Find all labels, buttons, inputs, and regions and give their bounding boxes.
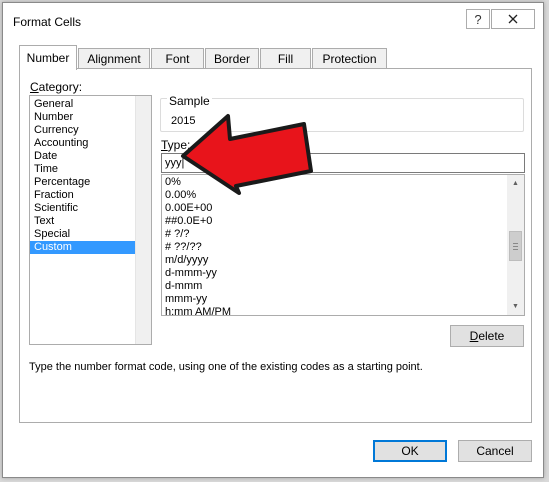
tab-font[interactable]: Font	[151, 48, 204, 69]
category-item-accounting[interactable]: Accounting	[30, 137, 135, 150]
category-scrollbar[interactable]	[135, 96, 151, 344]
sample-legend: Sample	[167, 94, 212, 108]
close-button[interactable]	[491, 9, 535, 29]
category-item-custom[interactable]: Custom	[30, 241, 135, 254]
category-item-number[interactable]: Number	[30, 111, 135, 124]
category-item-percentage[interactable]: Percentage	[30, 176, 135, 189]
scroll-thumb[interactable]	[509, 231, 522, 261]
format-item[interactable]: d-mmm-yy	[165, 267, 217, 280]
scroll-down-arrow-icon[interactable]: ▼	[507, 298, 524, 315]
category-item-general[interactable]: General	[30, 98, 135, 111]
help-button[interactable]: ?	[466, 9, 490, 29]
category-label: Category:	[30, 80, 83, 94]
window-title: Format Cells	[13, 15, 82, 29]
tab-fill[interactable]: Fill	[260, 48, 311, 69]
format-item[interactable]: d-mmm	[165, 280, 202, 293]
category-item-date[interactable]: Date	[30, 150, 135, 163]
format-item[interactable]: m/d/yyyy	[165, 254, 208, 267]
ok-button[interactable]: OK	[373, 440, 447, 462]
title-bar: Format Cells ?	[3, 3, 543, 39]
hint-text: Type the number format code, using one o…	[29, 361, 423, 373]
delete-button[interactable]: Delete	[450, 325, 524, 347]
format-item[interactable]: ##0.0E+0	[165, 215, 212, 228]
scroll-up-arrow-icon[interactable]: ▲	[507, 175, 524, 192]
category-list[interactable]: General Number Currency Accounting Date …	[29, 95, 152, 345]
tab-protection[interactable]: Protection	[312, 48, 387, 69]
tab-number[interactable]: Number	[19, 45, 77, 70]
tab-border[interactable]: Border	[205, 48, 259, 69]
category-item-text[interactable]: Text	[30, 215, 135, 228]
format-item[interactable]: mmm-yy	[165, 293, 207, 306]
format-item[interactable]: h:mm AM/PM	[165, 306, 231, 315]
format-item[interactable]: # ?/?	[165, 228, 189, 241]
format-cells-dialog: Format Cells ? Number Alignment Font Bor…	[2, 2, 544, 478]
red-annotation-arrow-icon	[181, 114, 313, 195]
category-item-special[interactable]: Special	[30, 228, 135, 241]
category-item-scientific[interactable]: Scientific	[30, 202, 135, 215]
tab-alignment[interactable]: Alignment	[78, 48, 150, 69]
cancel-button[interactable]: Cancel	[458, 440, 532, 462]
category-item-currency[interactable]: Currency	[30, 124, 135, 137]
format-item[interactable]: # ??/??	[165, 241, 202, 254]
category-item-fraction[interactable]: Fraction	[30, 189, 135, 202]
category-item-time[interactable]: Time	[30, 163, 135, 176]
close-icon	[508, 14, 518, 24]
format-scrollbar[interactable]: ▲ ▼	[507, 175, 524, 315]
format-item[interactable]: 0.00E+00	[165, 202, 212, 215]
